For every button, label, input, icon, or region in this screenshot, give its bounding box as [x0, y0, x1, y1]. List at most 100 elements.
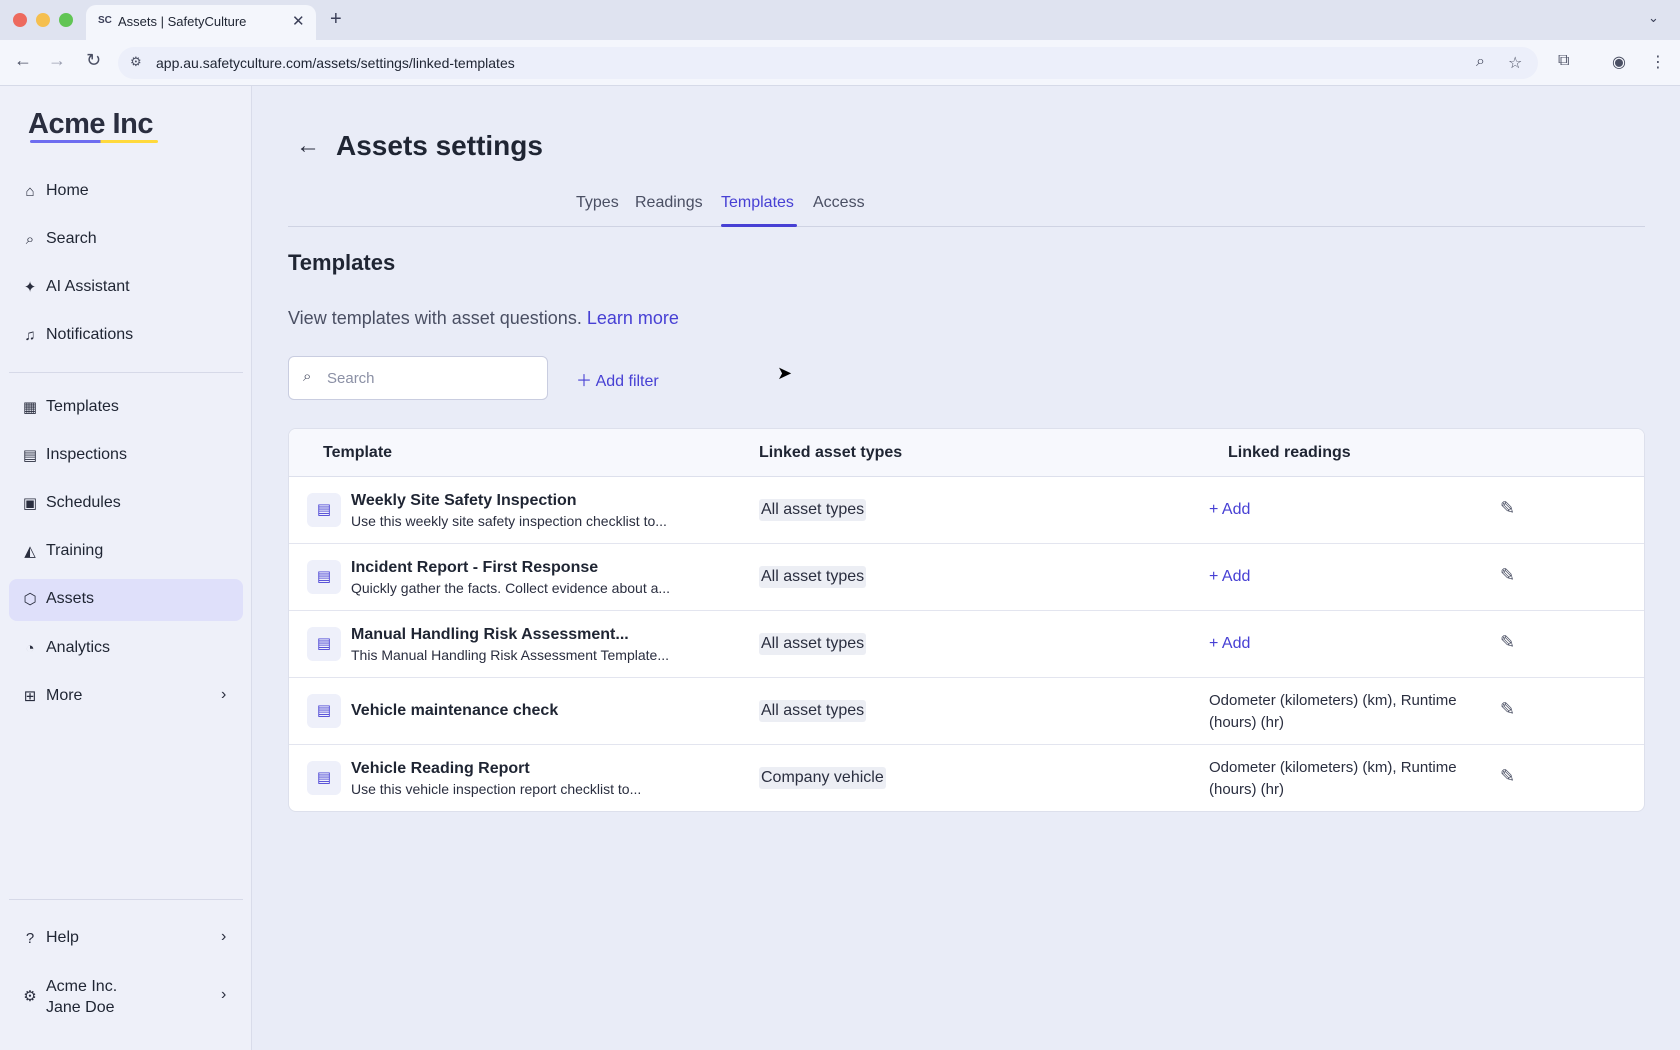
sidebar-item-training[interactable]: ◭ Training — [9, 531, 243, 573]
sidebar-item-more[interactable]: ⊞ More › — [9, 676, 243, 718]
sidebar-item-label: Home — [46, 182, 89, 199]
add-reading-link[interactable]: + Add — [1209, 635, 1250, 653]
template-name[interactable]: Manual Handling Risk Assessment... — [351, 626, 629, 644]
sidebar-item-inspections[interactable]: ▤ Inspections — [9, 435, 243, 477]
sidebar-item-assets[interactable]: ⬡ Assets — [9, 579, 243, 621]
help-icon: ? — [25, 930, 35, 947]
linked-asset-type: All asset types — [759, 633, 867, 655]
template-subtitle: Quickly gather the facts. Collect eviden… — [351, 580, 671, 596]
sidebar: Acme Inc ⌂ Home ⌕ Search ✦ AI Assistant … — [0, 86, 252, 1050]
reload-icon[interactable]: ↻ — [86, 50, 101, 71]
sidebar-item-label: Search — [46, 230, 97, 247]
sidebar-item-label: Schedules — [46, 494, 121, 511]
column-header-template[interactable]: Template — [323, 444, 392, 462]
address-url[interactable]: app.au.safetyculture.com/assets/settings… — [156, 55, 515, 71]
learn-more-link[interactable]: Learn more — [587, 308, 679, 328]
search-input[interactable] — [327, 367, 527, 389]
table-row[interactable]: ▤ Vehicle maintenance check All asset ty… — [289, 678, 1644, 745]
sidebar-account[interactable]: ⚙ Acme Inc. Jane Doe › — [9, 973, 243, 1021]
graduation-icon: ◭ — [24, 543, 36, 560]
clipboard-icon: ▤ — [22, 447, 38, 464]
browser-tab[interactable]: SC Assets | SafetyCulture ✕ — [86, 5, 316, 40]
sidebar-item-ai-assistant[interactable]: ✦ AI Assistant — [9, 267, 243, 309]
pencil-icon[interactable]: ✎ — [1500, 498, 1515, 519]
sidebar-item-analytics[interactable]: ◔ Analytics — [9, 628, 243, 670]
description-text: View templates with asset questions. — [288, 308, 582, 328]
table-row[interactable]: ▤ Weekly Site Safety Inspection Use this… — [289, 477, 1644, 544]
forward-icon[interactable]: → — [48, 50, 66, 71]
new-tab-button[interactable]: + — [330, 8, 342, 31]
chevron-right-icon: › — [221, 686, 227, 703]
browser-menu-icon[interactable]: ⋮ — [1650, 52, 1666, 72]
back-arrow-icon[interactable]: ← — [296, 132, 320, 160]
sidebar-item-label: AI Assistant — [46, 278, 130, 295]
zoom-icon[interactable]: ⌕ — [1476, 53, 1485, 71]
window-close-button[interactable] — [13, 13, 27, 27]
gear-icon: ⚙ — [23, 988, 37, 1005]
template-name[interactable]: Vehicle Reading Report — [351, 760, 530, 778]
template-name[interactable]: Incident Report - First Response — [351, 559, 598, 577]
template-name[interactable]: Vehicle maintenance check — [351, 702, 558, 720]
pencil-icon[interactable]: ✎ — [1500, 766, 1515, 787]
sidebar-item-help[interactable]: ? Help › — [9, 918, 243, 960]
template-icon: ▤ — [307, 627, 341, 661]
search-icon: ⌕ — [303, 368, 312, 385]
chevron-down-icon[interactable]: ⌄ — [1648, 10, 1659, 26]
tab-readings[interactable]: Readings — [635, 194, 703, 212]
template-icon: ▤ — [307, 493, 341, 527]
bell-icon: ♫ — [24, 327, 36, 344]
sidebar-divider — [9, 372, 243, 373]
sidebar-divider — [9, 899, 243, 900]
page-title: Assets settings — [336, 130, 543, 161]
tab-access[interactable]: Access — [813, 194, 865, 212]
window-zoom-button[interactable] — [59, 13, 73, 27]
active-tab-indicator — [721, 224, 797, 227]
template-subtitle: Use this vehicle inspection report check… — [351, 781, 642, 797]
table-row[interactable]: ▤ Manual Handling Risk Assessment... Thi… — [289, 611, 1644, 678]
linked-asset-type: All asset types — [759, 566, 867, 588]
template-icon: ▤ — [307, 694, 341, 728]
linked-readings-text: Odometer (kilometers) (km), Runtime (hou… — [1209, 692, 1457, 731]
bookmark-star-icon[interactable]: ☆ — [1508, 53, 1522, 73]
template-subtitle: Use this weekly site safety inspection c… — [351, 513, 667, 529]
sidebar-item-notifications[interactable]: ♫ Notifications — [9, 315, 243, 357]
tab-templates[interactable]: Templates — [721, 194, 794, 212]
add-filter-button[interactable]: ＋ Add filter — [576, 367, 659, 391]
extensions-icon[interactable]: ⧉ — [1558, 52, 1569, 70]
site-settings-icon[interactable]: ⚙ — [130, 54, 142, 70]
linked-asset-type: All asset types — [759, 499, 867, 521]
browser-tab-title: Assets | SafetyCulture — [118, 14, 247, 29]
pencil-icon[interactable]: ✎ — [1500, 565, 1515, 586]
main-content: ← Assets settings Types Readings Templat… — [252, 86, 1680, 1050]
close-icon[interactable]: ✕ — [292, 12, 305, 30]
home-icon: ⌂ — [25, 183, 35, 200]
settings-tabs: Types Readings Templates Access — [288, 184, 1645, 227]
search-box[interactable]: ⌕ — [288, 356, 548, 400]
sidebar-item-schedules[interactable]: ▣ Schedules — [9, 483, 243, 525]
window-minimize-button[interactable] — [36, 13, 50, 27]
profile-icon[interactable]: ◉ — [1612, 52, 1626, 72]
logo-underline — [30, 140, 158, 143]
template-name[interactable]: Weekly Site Safety Inspection — [351, 492, 577, 510]
add-reading-link[interactable]: + Add — [1209, 568, 1250, 586]
back-icon[interactable]: ← — [14, 50, 32, 71]
sidebar-item-home[interactable]: ⌂ Home — [9, 171, 243, 213]
add-reading-link[interactable]: + Add — [1209, 501, 1250, 519]
grid-icon: ⊞ — [23, 688, 37, 705]
browser-toolbar: ← → ↻ ⚙ app.au.safetyculture.com/assets/… — [0, 40, 1680, 86]
pencil-icon[interactable]: ✎ — [1500, 699, 1515, 720]
plus-icon: ＋ — [576, 373, 593, 390]
pencil-icon[interactable]: ✎ — [1500, 632, 1515, 653]
table-row[interactable]: ▤ Incident Report - First Response Quick… — [289, 544, 1644, 611]
column-header-linked-asset-types: Linked asset types — [759, 444, 903, 461]
template-icon: ▤ — [307, 761, 341, 795]
templates-table: Template Linked asset types Linked readi… — [288, 428, 1645, 812]
sidebar-item-search[interactable]: ⌕ Search — [9, 219, 243, 261]
logo[interactable]: Acme Inc — [28, 108, 153, 141]
account-label: Acme Inc. Jane Doe — [46, 976, 117, 1018]
address-bar[interactable]: ⚙ app.au.safetyculture.com/assets/settin… — [118, 47, 1538, 79]
favicon-icon: SC — [98, 15, 112, 26]
tab-types[interactable]: Types — [576, 194, 619, 212]
sidebar-item-templates[interactable]: ▦ Templates — [9, 387, 243, 429]
table-row[interactable]: ▤ Vehicle Reading Report Use this vehicl… — [289, 745, 1644, 811]
